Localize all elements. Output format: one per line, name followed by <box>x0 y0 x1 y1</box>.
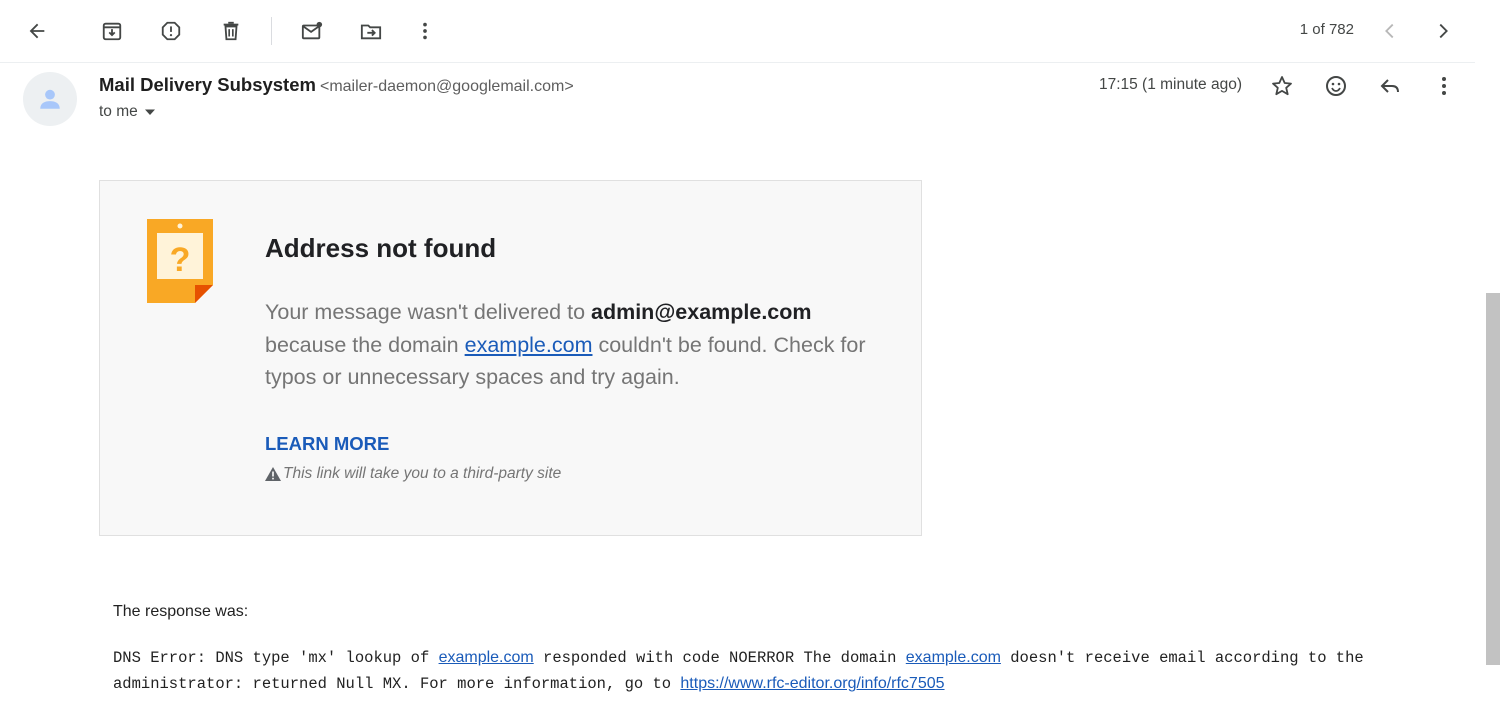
reply-button[interactable] <box>1372 68 1408 104</box>
response-label: The response was: <box>113 603 249 620</box>
arrow-left-icon <box>29 23 45 39</box>
chevron-right-icon <box>1439 23 1448 39</box>
third-party-warning: This link will take you to a third-party… <box>265 465 561 483</box>
undelivered-address: admin@example.com <box>591 300 812 324</box>
warning-icon <box>265 467 281 481</box>
learn-more-link[interactable]: LEARN MORE <box>265 433 389 455</box>
star-button[interactable] <box>1264 68 1300 104</box>
star-icon <box>1272 76 1292 96</box>
address-not-found-card: ? Address not found Your message wasn't … <box>99 180 922 536</box>
sender-avatar[interactable] <box>23 72 77 126</box>
emoji-icon <box>1326 76 1346 96</box>
message-more-button[interactable] <box>1426 68 1462 104</box>
recipient-details-toggle[interactable]: to me <box>99 103 156 121</box>
warning-text: This link will take you to a third-party… <box>283 465 562 482</box>
to-label: to me <box>99 103 138 120</box>
dns-text-1: DNS Error: DNS type 'mx' lookup of <box>113 649 439 667</box>
move-to-button[interactable] <box>351 11 391 51</box>
mark-unread-button[interactable] <box>292 11 332 51</box>
archive-button[interactable] <box>92 11 132 51</box>
card-title: Address not found <box>265 233 497 263</box>
caret-down-icon <box>144 109 155 115</box>
message-time: 17:15 (1 minute ago) <box>1098 76 1242 93</box>
question-note-icon: ? <box>147 219 215 310</box>
sender-email: <mailer-daemon@googlemail.com> <box>319 78 574 95</box>
svg-text:?: ? <box>170 241 191 279</box>
sender-line: Mail Delivery Subsystem <mailer-daemon@go… <box>99 74 574 96</box>
message-counter: 1 of 782 <box>1299 21 1354 38</box>
card-message: Your message wasn't delivered to admin@e… <box>265 296 885 394</box>
person-icon <box>40 89 60 109</box>
add-reaction-button[interactable] <box>1318 68 1354 104</box>
delete-button[interactable] <box>211 11 251 51</box>
trash-icon <box>223 21 239 41</box>
body-text-2: because the domain <box>265 332 465 357</box>
more-options-button[interactable] <box>405 11 445 51</box>
domain-link[interactable]: example.com <box>465 333 593 357</box>
message-toolbar: 1 of 782 <box>0 0 1475 63</box>
dns-text-2: responded with code NOERROR The domain <box>533 649 906 667</box>
body-text-1: Your message wasn't delivered to <box>265 300 591 324</box>
more-vert-icon <box>423 22 427 40</box>
mark-unread-icon <box>301 21 323 40</box>
sender-name[interactable]: Mail Delivery Subsystem <box>99 74 316 95</box>
chevron-left-icon <box>1385 23 1394 39</box>
dns-domain-link-2[interactable]: example.com <box>906 649 1001 666</box>
newer-button[interactable] <box>1370 11 1410 51</box>
move-to-icon <box>360 24 382 40</box>
toolbar-divider <box>271 17 272 45</box>
older-button[interactable] <box>1423 11 1463 51</box>
scrollbar-thumb[interactable] <box>1486 293 1500 665</box>
archive-icon <box>102 22 122 41</box>
dns-error-details: DNS Error: DNS type 'mx' lookup of examp… <box>113 645 1413 697</box>
more-vert-icon <box>1442 77 1446 95</box>
report-spam-button[interactable] <box>151 11 191 51</box>
back-button[interactable] <box>17 11 57 51</box>
dns-domain-link-1[interactable]: example.com <box>439 649 534 666</box>
rfc-link[interactable]: https://www.rfc-editor.org/info/rfc7505 <box>680 675 944 692</box>
report-spam-icon <box>161 21 181 41</box>
reply-icon <box>1380 79 1399 93</box>
